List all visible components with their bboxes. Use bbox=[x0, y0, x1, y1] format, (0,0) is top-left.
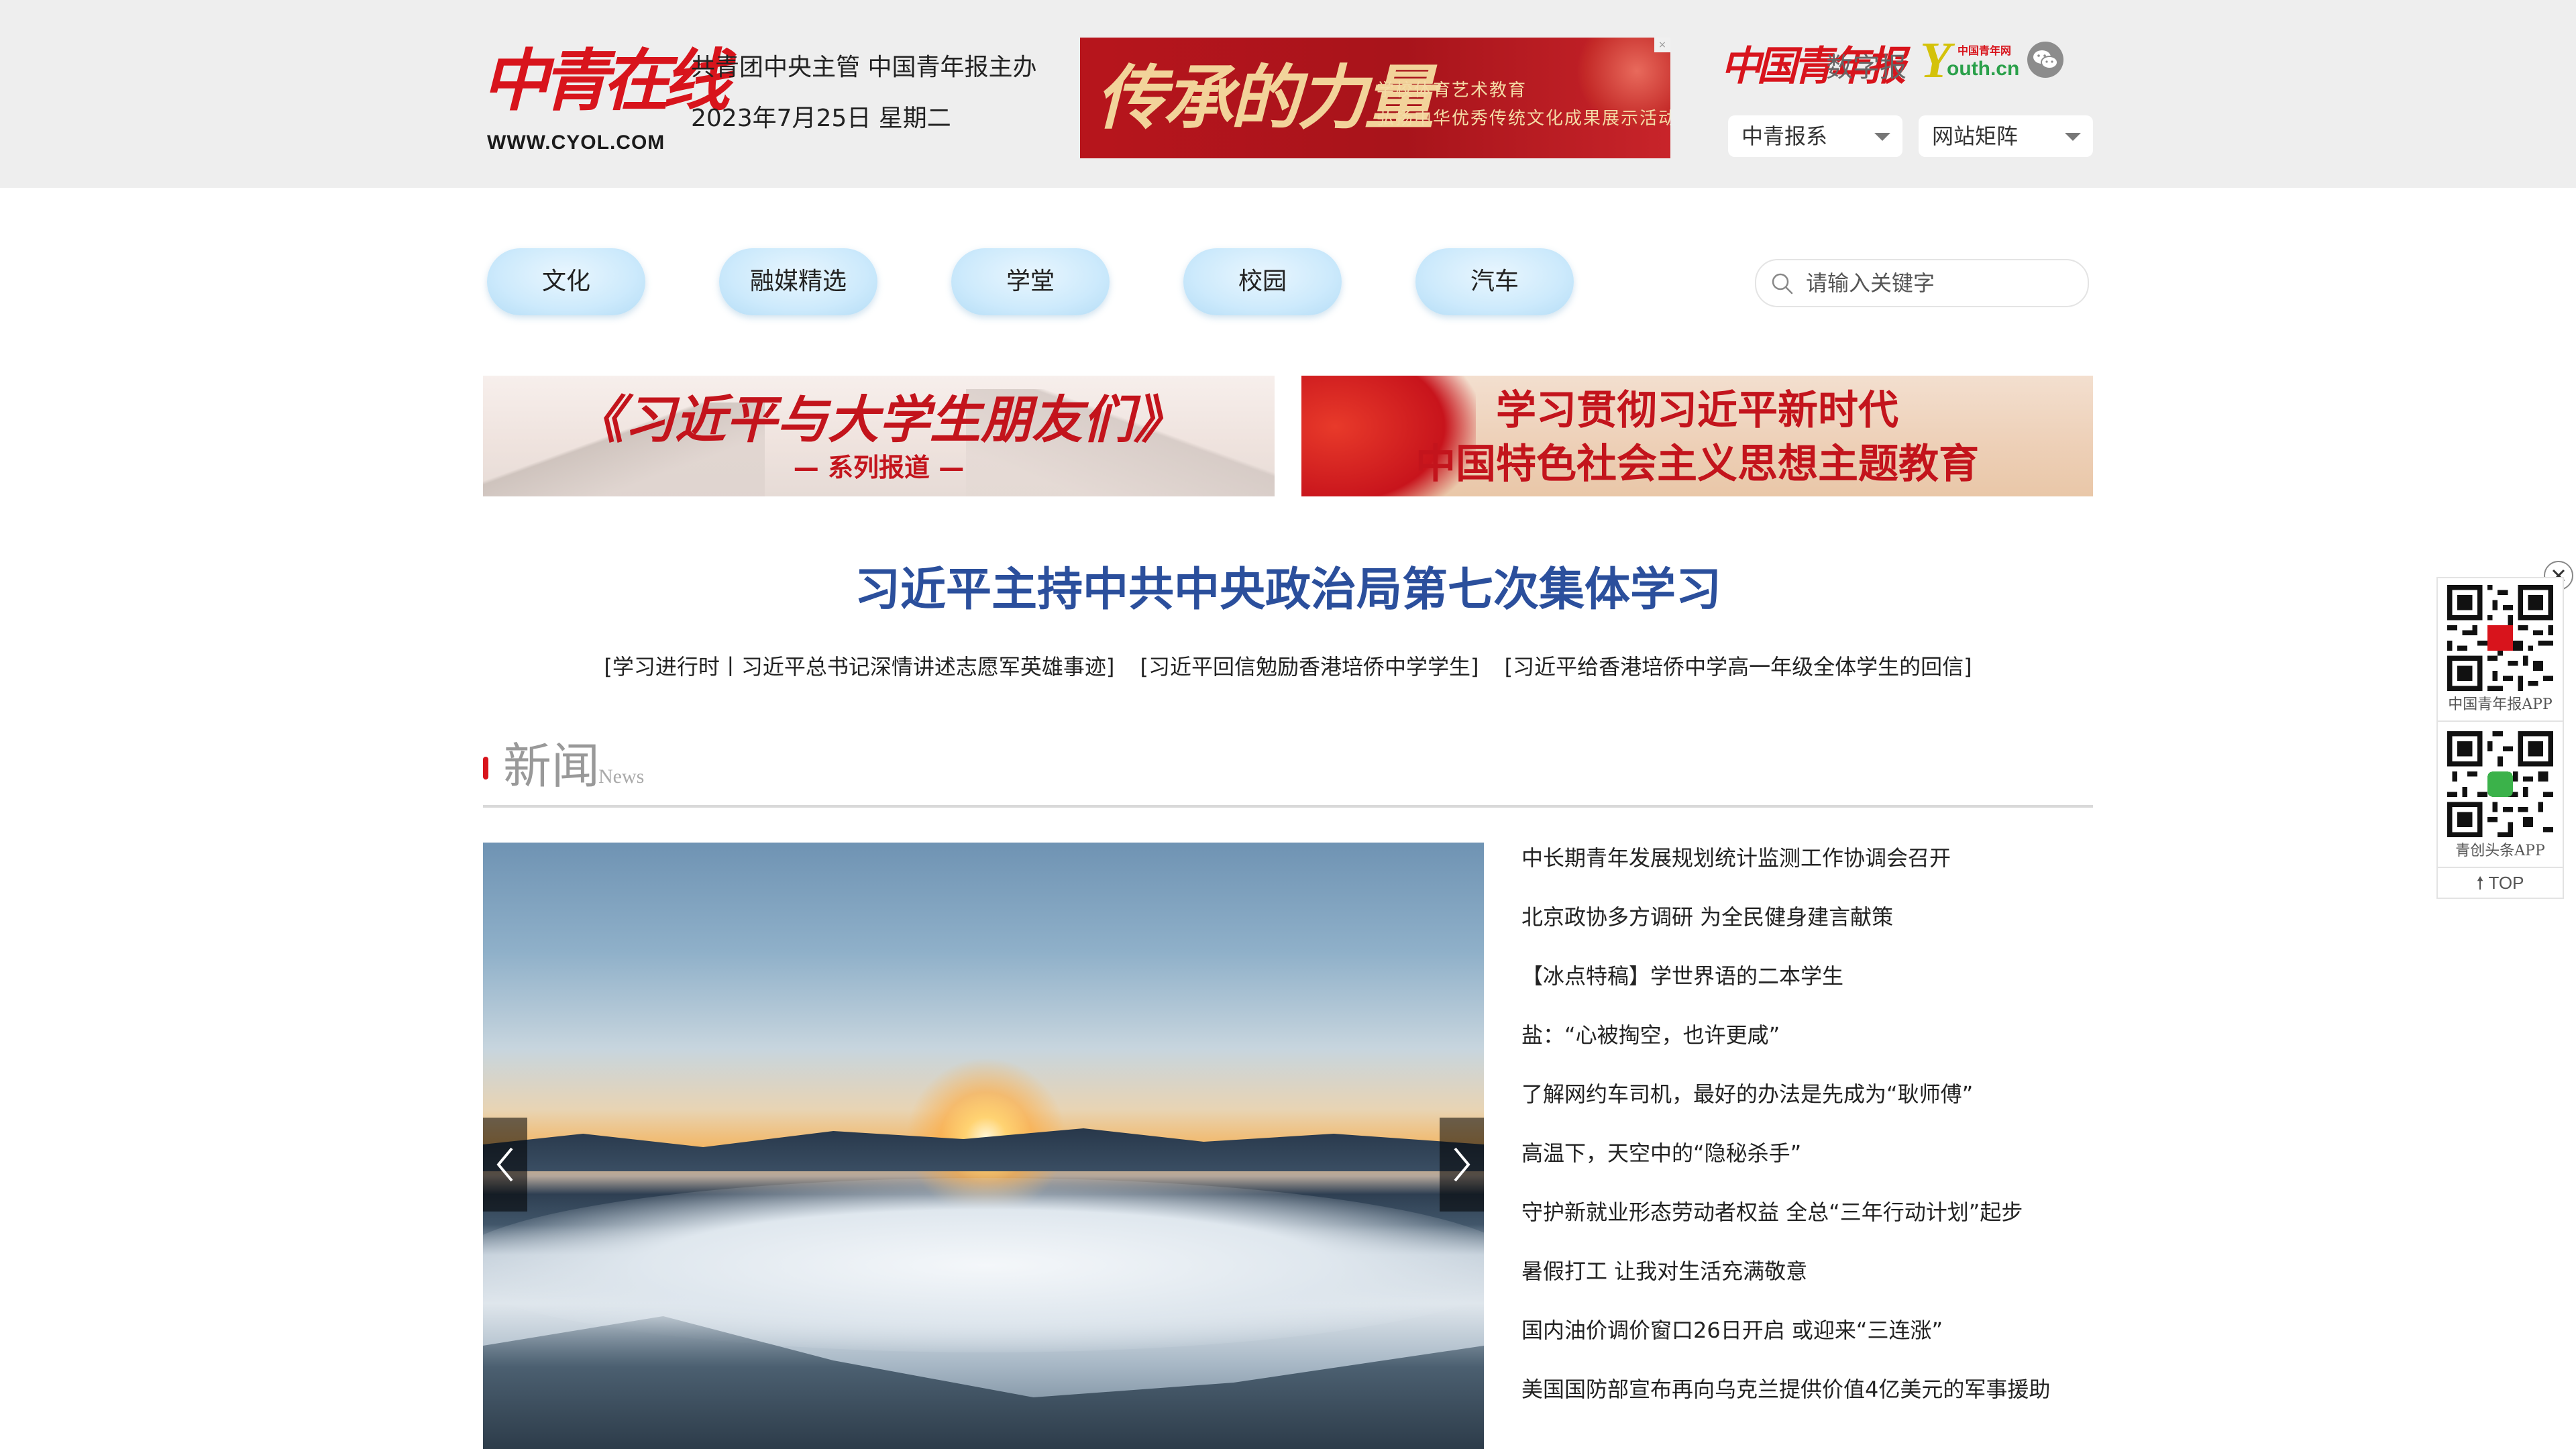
slider-next-button[interactable] bbox=[1440, 1118, 1484, 1212]
news-photo-slider[interactable] bbox=[483, 843, 1484, 1449]
nav-item-media[interactable]: 融媒精选 bbox=[719, 248, 877, 315]
news-list-item[interactable]: 美国国防部宣布再向乌克兰提供价值4亿美元的军事援助 bbox=[1521, 1371, 2093, 1430]
app-qr-panel: 中国青年报APP 青创头条APP 🠕 TOP bbox=[2436, 577, 2564, 899]
arrow-up-icon: 🠕 bbox=[2476, 873, 2484, 893]
banner-right-line2: 中国特色社会主义思想主题教育 bbox=[1415, 441, 1979, 488]
nav-item-auto[interactable]: 汽车 bbox=[1415, 248, 1574, 315]
news-list-item[interactable]: 暑假打工 让我对生活充满敬意 bbox=[1521, 1253, 2093, 1312]
news-list-item[interactable]: 中长期青年发展规划统计监测工作协调会召开 bbox=[1521, 840, 2093, 899]
news-list-item[interactable]: 北京政协多方调研 为全民健身建言献策 bbox=[1521, 899, 2093, 958]
section-divider bbox=[483, 805, 2093, 808]
nav-item-campus[interactable]: 校园 bbox=[1183, 248, 1342, 315]
wechat-icon[interactable] bbox=[2027, 42, 2063, 78]
nav-item-culture[interactable]: 文化 bbox=[487, 248, 645, 315]
nav-item-school[interactable]: 学堂 bbox=[951, 248, 1110, 315]
panel-divider bbox=[2438, 720, 2563, 722]
digital-newspaper-link[interactable]: 数字报 bbox=[1826, 46, 1907, 85]
chevron-down-icon bbox=[1874, 133, 1890, 141]
back-to-top-label: TOP bbox=[2488, 873, 2524, 893]
news-section-title[interactable]: 新闻 bbox=[503, 733, 600, 800]
logo-url: WWW.CYOL.COM bbox=[487, 131, 665, 154]
ad-close-icon[interactable]: × bbox=[1654, 38, 1670, 52]
news-section-subtitle: News bbox=[598, 765, 645, 788]
banner-left-subtitle: — 系列报道 — bbox=[793, 453, 965, 482]
chevron-left-icon bbox=[496, 1147, 513, 1182]
ad-banner-line2: 弘扬中华优秀传统文化成果展示活动 bbox=[1377, 109, 1670, 129]
news-list-item[interactable]: 【冰点特稿】学世界语的二本学生 bbox=[1521, 958, 2093, 1017]
youth-cn-logo[interactable]: Y 中国青年网 outh.cn bbox=[1920, 34, 2019, 87]
chevron-right-icon bbox=[1454, 1147, 1470, 1182]
dropdown-site-matrix[interactable]: 网站矩阵 bbox=[1919, 115, 2093, 157]
news-list-item[interactable]: 盐：“心被掏空，也许更咸” bbox=[1521, 1017, 2093, 1076]
headline-sublink[interactable]: [习近平给香港培侨中学高一年级全体学生的回信] bbox=[1505, 654, 1972, 680]
news-list-item[interactable]: 国内油价调价窗口26日开启 或迎来“三连涨” bbox=[1521, 1312, 2093, 1371]
banner-left-title: 《习近平与大学生朋友们》 bbox=[573, 390, 1185, 449]
logo-text: 中青在线 bbox=[482, 41, 730, 120]
youth-logo-rest: outh.cn bbox=[1947, 58, 2020, 80]
news-list-item[interactable]: 高温下，天空中的“隐秘杀手” bbox=[1521, 1135, 2093, 1194]
news-list-item[interactable]: 了解网约车司机，最好的办法是先成为“耿师傅” bbox=[1521, 1076, 2093, 1135]
headline-sublink[interactable]: [学习进行时丨习近平总书记深情讲述志愿军英雄事迹] bbox=[604, 654, 1114, 680]
dropdown-label: 中青报系 bbox=[1741, 123, 1828, 149]
headline-title[interactable]: 习近平主持中共中央政治局第七次集体学习 bbox=[483, 557, 2093, 624]
banner-xi-and-students[interactable]: 《习近平与大学生朋友们》 — 系列报道 — bbox=[483, 376, 1275, 496]
current-date: 2023年7月25日 星期二 bbox=[691, 105, 951, 132]
site-logo[interactable]: 中青在线 WWW.CYOL.COM bbox=[482, 34, 730, 154]
sponsor-text: 共青团中央主管 中国青年报主办 bbox=[691, 54, 1037, 81]
chevron-down-icon bbox=[2065, 133, 2081, 141]
qr-caption-qingchuang-app: 青创头条APP bbox=[2455, 843, 2545, 859]
qr-caption-cyd-app: 中国青年报APP bbox=[2448, 696, 2553, 713]
news-list: 中长期青年发展规划统计监测工作协调会召开 北京政协多方调研 为全民健身建言献策 … bbox=[1521, 840, 2093, 1430]
section-accent-bar bbox=[483, 757, 488, 780]
qr-code-qingchuang-app bbox=[2447, 731, 2553, 837]
qr-code-cyd-app bbox=[2447, 585, 2553, 691]
search-box bbox=[1755, 259, 2089, 307]
search-icon[interactable] bbox=[1771, 272, 1794, 298]
banner-theme-education[interactable]: 学习贯彻习近平新时代 中国特色社会主义思想主题教育 bbox=[1301, 376, 2093, 496]
top-header: 中青在线 WWW.CYOL.COM 共青团中央主管 中国青年报主办 2023年7… bbox=[0, 0, 2576, 188]
slider-prev-button[interactable] bbox=[483, 1118, 527, 1212]
header-ad-banner[interactable]: 传承的力量 学校体育艺术教育 弘扬中华优秀传统文化成果展示活动 × bbox=[1080, 38, 1670, 158]
back-to-top-button[interactable]: 🠕 TOP bbox=[2438, 868, 2563, 898]
dropdown-label: 网站矩阵 bbox=[1932, 123, 2019, 149]
dropdown-cyd-family[interactable]: 中青报系 bbox=[1728, 115, 1902, 157]
news-list-item[interactable]: 守护新就业形态劳动者权益 全总“三年行动计划”起步 bbox=[1521, 1194, 2093, 1253]
ad-banner-line1: 学校体育艺术教育 bbox=[1377, 80, 1527, 101]
headline-sublinks: [学习进行时丨习近平总书记深情讲述志愿军英雄事迹] [习近平回信勉励香港培侨中学… bbox=[483, 647, 2093, 687]
headline-sublink[interactable]: [习近平回信勉励香港培侨中学学生] bbox=[1140, 654, 1479, 680]
search-input[interactable] bbox=[1805, 267, 2076, 299]
banner-right-line1: 学习贯彻习近平新时代 bbox=[1496, 387, 1898, 434]
youth-logo-small: 中国青年网 bbox=[1957, 44, 2012, 57]
